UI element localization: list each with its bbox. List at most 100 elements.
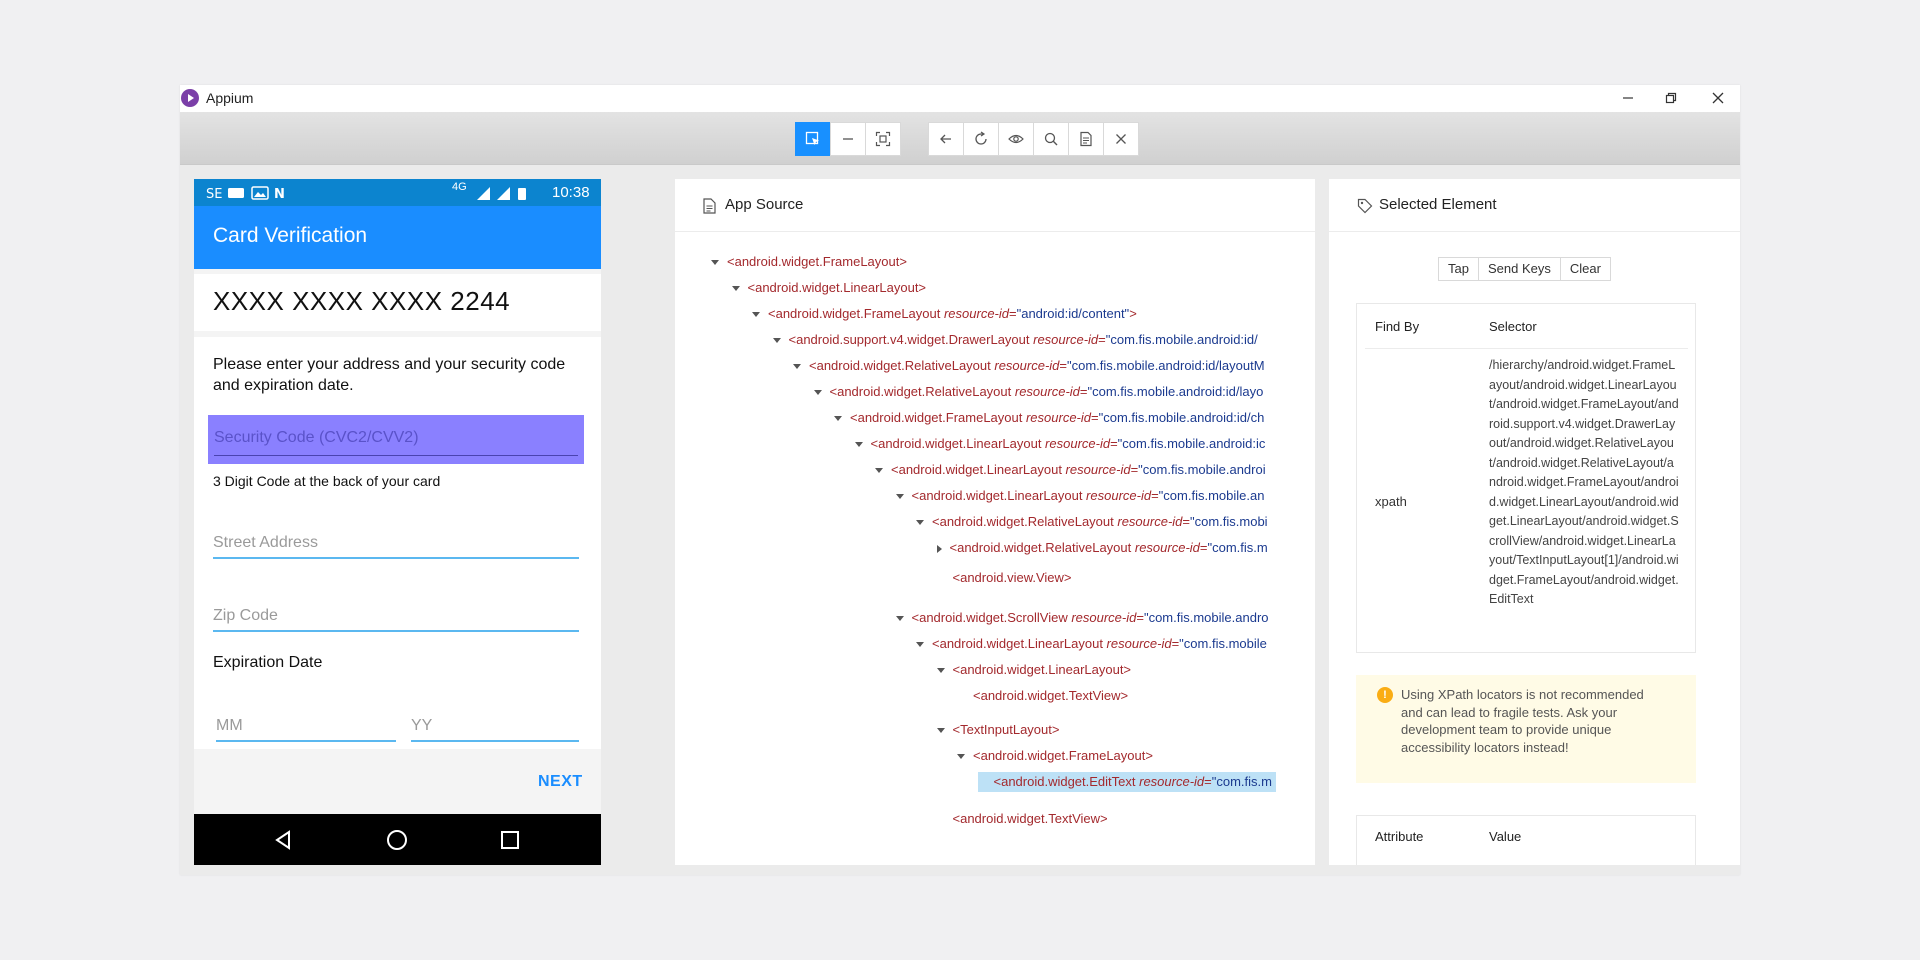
close-window-button[interactable] bbox=[1706, 87, 1730, 109]
source-tree-node[interactable]: <android.view.View> bbox=[937, 568, 1072, 588]
source-tree-node[interactable]: <android.widget.LinearLayout resource-id… bbox=[895, 486, 1264, 506]
select-elements-button[interactable] bbox=[795, 122, 831, 156]
source-tree-node[interactable]: <android.widget.LinearLayout resource-id… bbox=[916, 634, 1267, 654]
search-elements-button[interactable] bbox=[1033, 122, 1069, 156]
month-placeholder: MM bbox=[216, 717, 243, 734]
source-tree-node[interactable]: <android.widget.TextView> bbox=[937, 809, 1108, 829]
node-value: "com.fis.m bbox=[1211, 774, 1272, 789]
expiration-month-field[interactable]: MM bbox=[216, 712, 396, 742]
refresh-source-button[interactable] bbox=[963, 122, 999, 156]
caret-down-icon[interactable] bbox=[793, 364, 801, 370]
close-icon bbox=[1116, 134, 1126, 144]
attribute-header: Attribute bbox=[1375, 829, 1424, 844]
quit-session-button[interactable] bbox=[1103, 122, 1139, 156]
search-icon bbox=[1044, 132, 1058, 146]
warning-message: Using XPath locators is not recommended … bbox=[1401, 687, 1644, 755]
caret-down-icon[interactable] bbox=[895, 494, 904, 500]
equals-sign: = bbox=[1151, 488, 1159, 503]
tag-icon bbox=[1357, 198, 1373, 214]
node-attribute: resource-id bbox=[1139, 774, 1205, 789]
caret-down-icon[interactable] bbox=[813, 390, 822, 396]
caret-down-icon[interactable] bbox=[957, 754, 965, 760]
tap-button[interactable]: Tap bbox=[1438, 257, 1479, 281]
send-keys-button[interactable]: Send Keys bbox=[1477, 257, 1561, 281]
source-tree-node[interactable]: <android.widget.ScrollView resource-id="… bbox=[895, 608, 1269, 628]
swipe-mode-button[interactable] bbox=[830, 122, 866, 156]
start-recording-button[interactable] bbox=[998, 122, 1034, 156]
node-tag: <android.widget.FrameLayout> bbox=[727, 254, 907, 269]
source-tree-node[interactable]: <android.widget.FrameLayout resource-id=… bbox=[752, 304, 1137, 324]
nav-recents-icon[interactable] bbox=[501, 831, 519, 849]
source-tree-node[interactable]: <android.widget.LinearLayout resource-id… bbox=[875, 460, 1266, 480]
node-tag: <android.widget.FrameLayout> bbox=[973, 748, 1153, 763]
node-attribute: resource-id bbox=[1014, 384, 1080, 399]
node-tag: <android.widget.TextView> bbox=[973, 688, 1129, 703]
swipe-icon bbox=[843, 138, 853, 140]
node-tag: <android.widget.LinearLayout bbox=[870, 436, 1046, 451]
source-tree-node-selected[interactable]: <android.widget.EditText resource-id="co… bbox=[977, 772, 1276, 792]
source-tree-node[interactable]: <android.widget.FrameLayout resource-id=… bbox=[834, 408, 1264, 428]
node-tag: <android.widget.LinearLayout bbox=[891, 462, 1066, 477]
security-code-field-highlighted[interactable]: Security Code (CVC2/CVV2) bbox=[208, 415, 584, 464]
clear-button[interactable]: Clear bbox=[1559, 257, 1611, 281]
caret-down-icon[interactable] bbox=[854, 442, 863, 448]
caret-down-icon[interactable] bbox=[936, 668, 945, 674]
node-tag: <android.widget.FrameLayout bbox=[850, 410, 1026, 425]
caret-down-icon[interactable] bbox=[875, 468, 883, 474]
equals-sign: = bbox=[1079, 384, 1088, 399]
caret-down-icon[interactable] bbox=[895, 616, 904, 622]
node-value: "com.fis.mobile bbox=[1179, 636, 1267, 651]
source-tree-node[interactable]: <android.widget.LinearLayout> bbox=[731, 278, 926, 298]
caret-down-icon[interactable] bbox=[711, 260, 719, 266]
source-tree-node[interactable]: <android.widget.RelativeLayout resource-… bbox=[813, 382, 1263, 402]
node-attribute: resource-id bbox=[1045, 436, 1111, 451]
source-tree-node[interactable]: <android.widget.TextView> bbox=[957, 686, 1128, 706]
copy-xml-button[interactable] bbox=[1068, 122, 1104, 156]
source-tree-node[interactable]: <android.widget.RelativeLayout resource-… bbox=[916, 512, 1268, 532]
source-tree-node[interactable]: <android.widget.LinearLayout> bbox=[936, 660, 1131, 680]
source-tree-node[interactable]: <android.widget.RelativeLayout resource-… bbox=[936, 538, 1268, 558]
source-tree-node[interactable]: <android.widget.FrameLayout> bbox=[711, 252, 907, 272]
appium-window: Appium SE N 4G 10:38 Card Verification X… bbox=[180, 85, 1740, 875]
node-value: "com.fis.mobile.andro bbox=[1143, 610, 1269, 625]
node-tag: <android.support.v4.widget.DrawerLayout bbox=[788, 332, 1034, 347]
form-instructions: Please enter your address and your secur… bbox=[213, 356, 566, 394]
source-tree-node[interactable]: <android.widget.FrameLayout> bbox=[957, 746, 1153, 766]
nav-back-icon[interactable] bbox=[274, 830, 294, 850]
caret-down-icon[interactable] bbox=[772, 338, 781, 344]
node-tag: <android.widget.RelativeLayout bbox=[809, 358, 995, 373]
caret-down-icon[interactable] bbox=[916, 642, 924, 648]
next-button[interactable]: NEXT bbox=[538, 773, 583, 791]
street-address-field[interactable]: Street Address bbox=[213, 529, 579, 559]
android-status-bar: SE N 4G 10:38 bbox=[194, 179, 601, 206]
field-underline bbox=[213, 630, 579, 632]
caret-down-icon[interactable] bbox=[936, 728, 945, 734]
field-underline bbox=[213, 557, 579, 559]
node-tag: <android.widget.LinearLayout bbox=[911, 488, 1087, 503]
card-number-card: XXXX XXXX XXXX 2244 bbox=[194, 274, 601, 331]
xpath-selector[interactable]: /hierarchy/android.widget.FrameLayout/an… bbox=[1489, 356, 1679, 610]
caret-down-icon[interactable] bbox=[916, 520, 924, 526]
zip-code-placeholder: Zip Code bbox=[213, 607, 278, 624]
caret-down-icon[interactable] bbox=[752, 312, 760, 318]
caret-down-icon[interactable] bbox=[731, 286, 740, 292]
restore-button[interactable] bbox=[1659, 87, 1683, 109]
device-screenshot[interactable]: SE N 4G 10:38 Card Verification XXXX XXX… bbox=[194, 179, 601, 865]
nav-home-icon[interactable] bbox=[386, 829, 408, 851]
node-attribute: resource-id bbox=[1117, 514, 1183, 529]
back-button[interactable] bbox=[928, 122, 964, 156]
source-tree-node[interactable]: <android.widget.RelativeLayout resource-… bbox=[793, 356, 1265, 376]
node-attribute: resource-id bbox=[1065, 462, 1131, 477]
source-tree-node[interactable]: <TextInputLayout> bbox=[936, 720, 1059, 740]
expiration-year-field[interactable]: YY bbox=[411, 712, 579, 742]
caret-right-icon[interactable] bbox=[936, 544, 942, 553]
caret-down-icon[interactable] bbox=[834, 416, 842, 422]
node-value: "com.fis.m bbox=[1207, 540, 1268, 555]
selected-element-title: Selected Element bbox=[1379, 196, 1497, 213]
zip-code-field[interactable]: Zip Code bbox=[213, 602, 579, 632]
tap-coordinates-button[interactable] bbox=[865, 122, 901, 156]
source-tree-node[interactable]: <android.widget.LinearLayout resource-id… bbox=[854, 434, 1265, 454]
minimize-button[interactable] bbox=[1616, 87, 1640, 109]
svg-text:SE: SE bbox=[206, 187, 222, 201]
source-tree-node[interactable]: <android.support.v4.widget.DrawerLayout … bbox=[772, 330, 1258, 350]
